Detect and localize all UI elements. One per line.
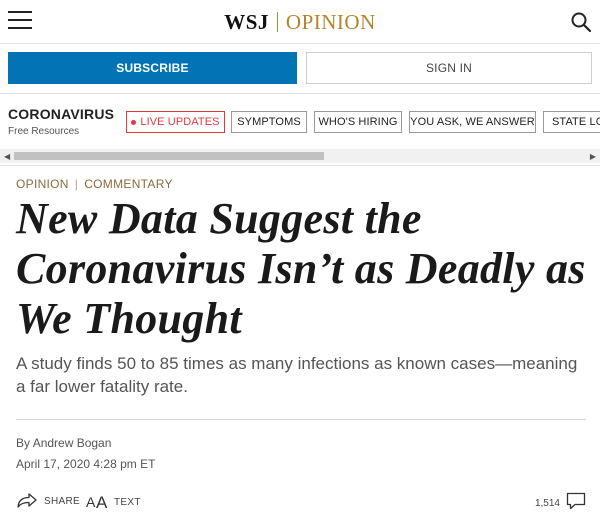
text-size-icon: A A <box>86 492 108 513</box>
article-timestamp: April 17, 2020 4:28 pm ET <box>16 457 156 471</box>
top-header: WSJ OPINION <box>0 0 600 44</box>
author-link[interactable]: Andrew Bogan <box>33 436 112 450</box>
svg-text:A: A <box>86 494 96 510</box>
section-opinion-label[interactable]: OPINION <box>286 10 376 34</box>
nav-pill-whos-hiring[interactable]: WHO'S HIRING <box>314 111 402 133</box>
nav-pill-label: YOU ASK, WE ANSWER <box>410 116 535 128</box>
coronavirus-nav-subtitle: Free Resources <box>8 126 80 137</box>
article-headline: New Data Suggest the Coronavirus Isn’t a… <box>16 194 586 343</box>
article-tools: SHARE A A TEXT 1,514 <box>16 492 586 514</box>
search-icon[interactable] <box>570 11 592 33</box>
article-kicker: OPINION | COMMENTARY <box>16 177 173 191</box>
share-label: SHARE <box>44 496 80 507</box>
svg-text:A: A <box>96 493 108 510</box>
wsj-logo[interactable]: WSJ <box>224 10 269 34</box>
share-button[interactable]: SHARE <box>16 492 80 511</box>
text-size-label: TEXT <box>114 497 141 508</box>
masthead-divider <box>276 12 278 32</box>
masthead[interactable]: WSJ OPINION <box>0 10 600 35</box>
text-size-button[interactable]: A A TEXT <box>86 492 141 513</box>
auth-bar: SUBSCRIBE SIGN IN <box>0 44 600 94</box>
subscribe-button[interactable]: SUBSCRIBE <box>8 52 297 84</box>
nav-pill-symptoms[interactable]: SYMPTOMS <box>231 111 307 133</box>
nav-pill-label: SYMPTOMS <box>237 116 301 128</box>
nav-pill-label: WHO'S HIRING <box>318 116 398 128</box>
comments-button[interactable]: 1,514 <box>535 492 586 515</box>
nav-pill-live-updates[interactable]: LIVE UPDATES <box>126 111 225 133</box>
coronavirus-nav-title[interactable]: CORONAVIRUS <box>8 106 114 122</box>
nav-pill-you-ask-we-answer[interactable]: YOU ASK, WE ANSWER <box>409 111 536 133</box>
byline-prefix: By <box>16 436 31 450</box>
nav-pill-label: STATE LOCKDOWNS <box>552 116 600 128</box>
kicker-opinion-link[interactable]: OPINION <box>16 177 69 191</box>
scroll-right-arrow-icon[interactable]: ▶ <box>590 152 596 161</box>
comment-bubble-icon <box>566 492 586 515</box>
scroll-left-arrow-icon[interactable]: ◀ <box>4 152 10 161</box>
horizontal-scrollbar[interactable]: ◀ ▶ <box>0 149 600 163</box>
share-arrow-icon <box>16 492 38 511</box>
nav-pill-state-lockdowns[interactable]: STATE LOCKDOWNS <box>543 111 600 133</box>
byline: By Andrew Bogan <box>16 436 111 450</box>
comment-count: 1,514 <box>534 498 560 509</box>
nav-pill-label: LIVE UPDATES <box>140 116 220 128</box>
divider-rule <box>16 419 586 420</box>
article-dek: A study finds 50 to 85 times as many inf… <box>16 354 578 396</box>
kicker-separator: | <box>74 177 79 191</box>
scrollbar-thumb[interactable] <box>14 152 324 160</box>
kicker-commentary-link[interactable]: COMMENTARY <box>84 177 173 191</box>
coronavirus-nav: CORONAVIRUS Free Resources LIVE UPDATES … <box>0 94 600 166</box>
sign-in-button[interactable]: SIGN IN <box>306 52 592 84</box>
live-dot-icon <box>131 119 137 125</box>
